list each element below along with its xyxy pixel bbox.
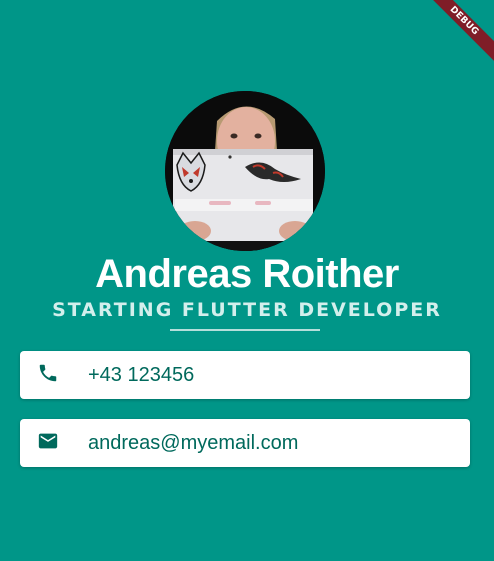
profile-name: Andreas Roither: [95, 252, 399, 296]
mail-icon: [36, 429, 60, 453]
debug-banner: DEBUG: [404, 0, 494, 90]
email-card[interactable]: andreas@myemail.com: [20, 419, 470, 467]
title-divider: [170, 329, 320, 331]
email-address: andreas@myemail.com: [88, 432, 299, 454]
profile-title: STARTING FLUTTER DEVELOPER: [52, 299, 442, 321]
phone-card[interactable]: +43 123456: [20, 351, 470, 399]
phone-icon: [36, 361, 60, 385]
avatar-photo: [165, 91, 325, 251]
phone-number: +43 123456: [88, 364, 195, 386]
debug-ribbon-label: DEBUG: [416, 0, 494, 69]
profile-avatar: [165, 91, 325, 251]
